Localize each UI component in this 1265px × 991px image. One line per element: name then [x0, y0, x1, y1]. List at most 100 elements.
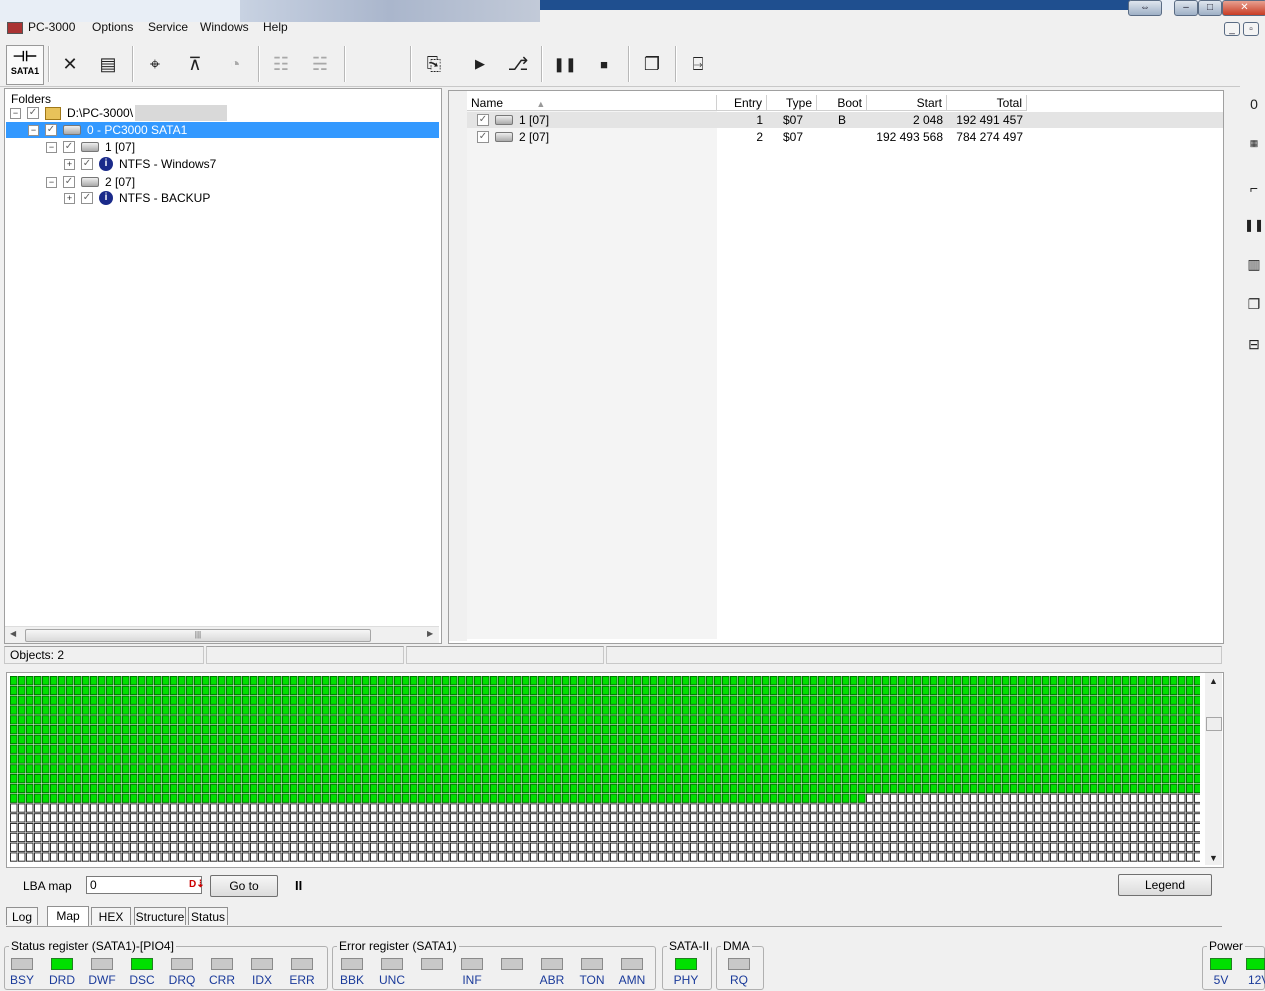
scroll-thumb[interactable]	[1206, 717, 1222, 731]
map-block[interactable]	[290, 676, 298, 686]
map-block[interactable]	[506, 823, 514, 833]
map-block[interactable]	[194, 754, 202, 764]
map-block[interactable]	[106, 695, 114, 705]
map-block[interactable]	[978, 783, 986, 794]
map-block[interactable]	[378, 715, 386, 725]
map-block[interactable]	[1050, 695, 1058, 705]
map-block[interactable]	[66, 793, 74, 803]
map-block[interactable]	[290, 852, 298, 862]
map-block[interactable]	[1010, 725, 1018, 735]
map-block[interactable]	[770, 823, 778, 833]
map-block[interactable]	[290, 725, 298, 735]
map-block[interactable]	[42, 764, 50, 774]
expand-icon[interactable]: +	[64, 158, 75, 170]
map-block[interactable]	[890, 764, 898, 774]
map-block[interactable]	[418, 764, 426, 774]
map-block[interactable]	[762, 803, 770, 813]
map-block[interactable]	[178, 793, 186, 803]
map-block[interactable]	[1138, 754, 1146, 764]
map-block[interactable]	[514, 813, 522, 823]
map-block[interactable]	[1170, 744, 1178, 754]
row-checkbox[interactable]: ✓	[477, 114, 489, 126]
map-block[interactable]	[650, 774, 658, 784]
map-block[interactable]	[650, 852, 658, 862]
map-block[interactable]	[266, 685, 274, 696]
map-block[interactable]	[522, 725, 530, 735]
tree-checkbox[interactable]: ✓	[63, 141, 75, 153]
map-block[interactable]	[1178, 676, 1186, 686]
map-block[interactable]	[626, 705, 634, 715]
map-block[interactable]	[658, 734, 666, 745]
map-block[interactable]	[850, 754, 858, 764]
map-block[interactable]	[434, 744, 442, 754]
map-block[interactable]	[818, 734, 826, 745]
map-block[interactable]	[66, 715, 74, 725]
map-block[interactable]	[194, 715, 202, 725]
map-block[interactable]	[842, 813, 850, 823]
map-block[interactable]	[370, 754, 378, 764]
map-block[interactable]	[378, 764, 386, 774]
map-block[interactable]	[218, 725, 226, 735]
map-block[interactable]	[34, 823, 42, 833]
map-block[interactable]	[874, 783, 882, 794]
map-block[interactable]	[666, 774, 674, 784]
map-block[interactable]	[82, 764, 90, 774]
map-block[interactable]	[842, 842, 850, 852]
map-block[interactable]	[322, 823, 330, 833]
map-block[interactable]	[386, 754, 394, 764]
map-block[interactable]	[330, 695, 338, 705]
map-block[interactable]	[1050, 685, 1058, 696]
map-block[interactable]	[906, 705, 914, 715]
map-block[interactable]	[522, 774, 530, 784]
map-block[interactable]	[18, 803, 26, 813]
map-block[interactable]	[82, 842, 90, 852]
map-block[interactable]	[298, 793, 306, 803]
map-block[interactable]	[602, 823, 610, 833]
map-block[interactable]	[218, 676, 226, 686]
map-block[interactable]	[890, 793, 898, 803]
map-block[interactable]	[1122, 705, 1130, 715]
map-block[interactable]	[738, 676, 746, 686]
export-icon[interactable]: ⎘	[418, 48, 450, 80]
map-block[interactable]	[962, 676, 970, 686]
map-block[interactable]	[186, 832, 194, 843]
map-block[interactable]	[434, 705, 442, 715]
map-block[interactable]	[1034, 813, 1042, 823]
map-block[interactable]	[1130, 754, 1138, 764]
map-block[interactable]	[586, 734, 594, 745]
map-block[interactable]	[178, 813, 186, 823]
map-block[interactable]	[1162, 852, 1170, 862]
map-block[interactable]	[930, 832, 938, 843]
map-block[interactable]	[82, 823, 90, 833]
map-block[interactable]	[426, 774, 434, 784]
map-block[interactable]	[930, 685, 938, 696]
map-block[interactable]	[202, 715, 210, 725]
map-block[interactable]	[770, 734, 778, 745]
map-block[interactable]	[162, 774, 170, 784]
map-block[interactable]	[746, 705, 754, 715]
map-block[interactable]	[906, 734, 914, 745]
map-block[interactable]	[842, 852, 850, 862]
map-block[interactable]	[930, 734, 938, 745]
map-block[interactable]	[74, 832, 82, 843]
map-block[interactable]	[818, 705, 826, 715]
map-block[interactable]	[154, 715, 162, 725]
map-block[interactable]	[898, 842, 906, 852]
map-block[interactable]	[810, 715, 818, 725]
map-block[interactable]	[138, 842, 146, 852]
map-block[interactable]	[138, 803, 146, 813]
map-block[interactable]	[986, 685, 994, 696]
map-block[interactable]	[770, 813, 778, 823]
map-block[interactable]	[426, 676, 434, 686]
maximize-button[interactable]: □	[1198, 0, 1222, 16]
map-block[interactable]	[890, 852, 898, 862]
map-block[interactable]	[858, 842, 866, 852]
map-block[interactable]	[114, 754, 122, 764]
map-block[interactable]	[418, 744, 426, 754]
map-block[interactable]	[282, 715, 290, 725]
map-block[interactable]	[626, 715, 634, 725]
map-block[interactable]	[906, 803, 914, 813]
map-block[interactable]	[882, 676, 890, 686]
map-block[interactable]	[802, 774, 810, 784]
map-block[interactable]	[10, 695, 18, 705]
